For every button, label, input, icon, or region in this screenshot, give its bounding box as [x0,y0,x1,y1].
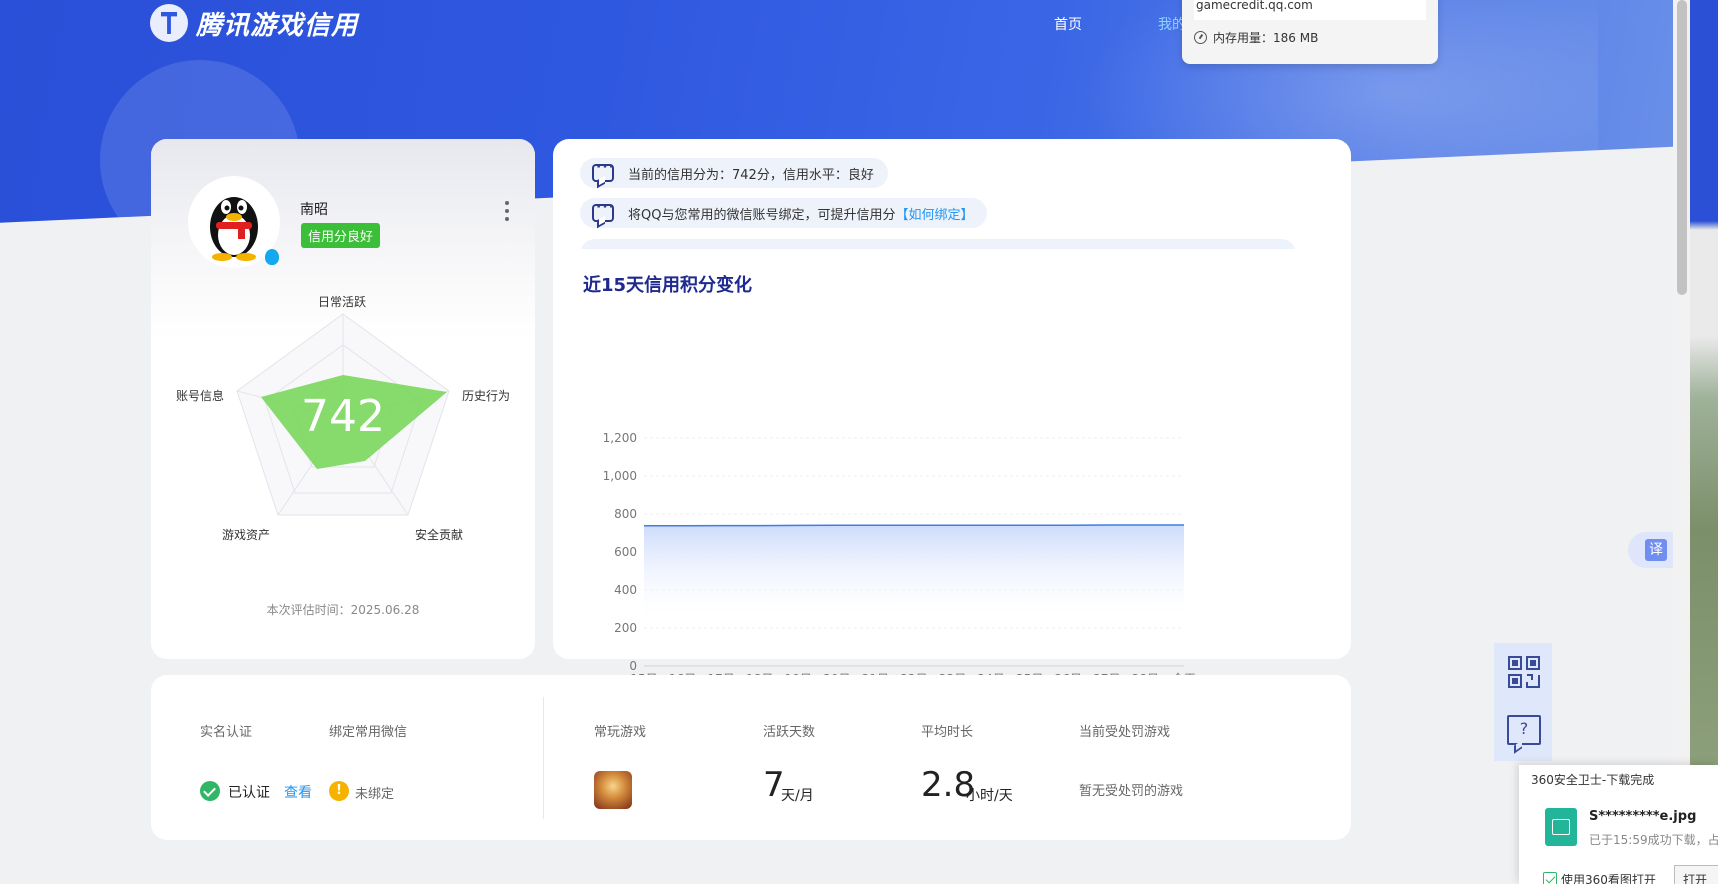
scrollbar-thumb[interactable] [1677,0,1687,295]
wechat-status[interactable]: 未绑定 [355,783,394,802]
avg-time-unit: 小时/天 [966,788,1013,804]
logo-text: 腾讯游戏信用 [196,10,359,41]
floating-toolbar: ? [1494,643,1552,761]
radar-label-assets: 游戏资产 [222,528,271,542]
open-with-label: 使用360看图打开 [1561,873,1656,884]
download-complete-popup: 360安全卫士-下载完成 S*********e.jpg 已于15:59成功下载… [1519,765,1718,884]
y-tick-label: 400 [614,583,637,597]
wechat-heading: 绑定常用微信 [329,725,408,740]
score-line [644,524,1184,527]
browser-memory-popup: gamecredit.qq.com 内存用量：186 MB [1182,0,1438,64]
open-file-button[interactable]: 打开 [1674,865,1718,884]
radar-score: 742 [301,391,385,442]
credit-radar-chart: 742 [236,313,450,516]
open-with-checkbox[interactable] [1543,872,1557,884]
download-status: 已于15:59成功下载，占用 [1589,833,1718,847]
view-realname-link[interactable]: 查看 [284,782,312,802]
profile-card: 南昭 信用分良好 742 日常活跃 历史行为 安全贡献 游戏资产 账号信息 本次… [151,139,535,659]
y-tick-label: 1,200 [603,431,637,445]
popup-url: gamecredit.qq.com [1194,0,1426,20]
nav-home[interactable]: 首页 [1054,14,1082,34]
game-hero-icon[interactable] [594,771,632,809]
avatar[interactable] [191,179,279,265]
active-days-unit: 天/月 [781,788,814,804]
credit-chart-card: 当前的信用分为：742分，信用水平：良好 将QQ与您常用的微信账号绑定，可提升信… [553,139,1351,686]
translate-button[interactable]: 译 [1628,532,1673,568]
radar-label-history: 历史行为 [462,389,511,403]
punish-heading: 当前受处罚游戏 [1079,725,1171,740]
tip-text: 将QQ与您常用的微信账号绑定，可提升信用分 [628,207,896,223]
adjacent-window-edge [1690,0,1718,884]
active-days-heading: 活跃天数 [763,725,816,740]
memory-usage: 内存用量：186 MB [1194,29,1318,46]
image-file-icon [1545,808,1577,846]
message-icon [592,199,615,222]
tip-current-score: 当前的信用分为：742分，信用水平：良好 [580,158,888,188]
realname-status: 已认证 [228,785,270,801]
y-tick-label: 200 [614,621,637,635]
qr-code-icon[interactable] [1507,655,1541,689]
y-tick-label: 0 [629,659,637,673]
y-tick-label: 600 [614,545,637,559]
score-area [644,525,1184,616]
y-tick-label: 800 [614,507,637,521]
more-options-icon[interactable] [504,201,510,221]
message-icon [592,159,615,182]
games-heading: 常玩游戏 [594,725,647,740]
memory-label: 内存用量：186 MB [1213,31,1319,45]
credit-level-badge: 信用分良好 [301,223,381,248]
qq-penguin-icon [210,197,258,261]
translate-icon: 译 [1645,539,1667,561]
punish-value: 暂无受处罚的游戏 [1079,784,1184,799]
radar-label-daily: 日常活跃 [318,295,367,309]
download-popup-title: 360安全卫士-下载完成 [1531,773,1655,787]
gauge-icon [1194,31,1207,44]
downloaded-file-name[interactable]: S*********e.jpg [1589,809,1696,824]
tip-bind-wechat: 将QQ与您常用的微信账号绑定，可提升信用分 【如何绑定】 [580,198,988,228]
feedback-icon[interactable]: ? [1507,715,1541,745]
radar-label-account: 账号信息 [176,389,225,403]
check-circle-icon [200,781,220,801]
realname-heading: 实名认证 [200,725,253,740]
account-stats-card: 实名认证 绑定常用微信 已认证 查看 ! 未绑定 常玩游戏 活跃天数 7 天/月… [151,675,1351,840]
evaluation-time: 本次评估时间：2025.06.28 [266,603,420,617]
warning-icon: ! [329,781,349,801]
tip-text: 当前的信用分为：742分，信用水平：良好 [628,167,874,183]
shield-logo-icon [150,4,188,42]
how-to-bind-link[interactable]: 【如何绑定】 [895,204,973,223]
radar-label-security: 安全贡献 [415,528,464,542]
y-tick-label: 1,000 [603,469,637,483]
stats-divider [543,697,544,819]
username: 南昭 [300,202,328,218]
avg-time-heading: 平均时长 [921,725,974,740]
site-logo[interactable]: 腾讯游戏信用 [150,4,358,42]
tip-partial-hidden [580,239,1296,249]
qq-badge-icon [265,249,279,265]
